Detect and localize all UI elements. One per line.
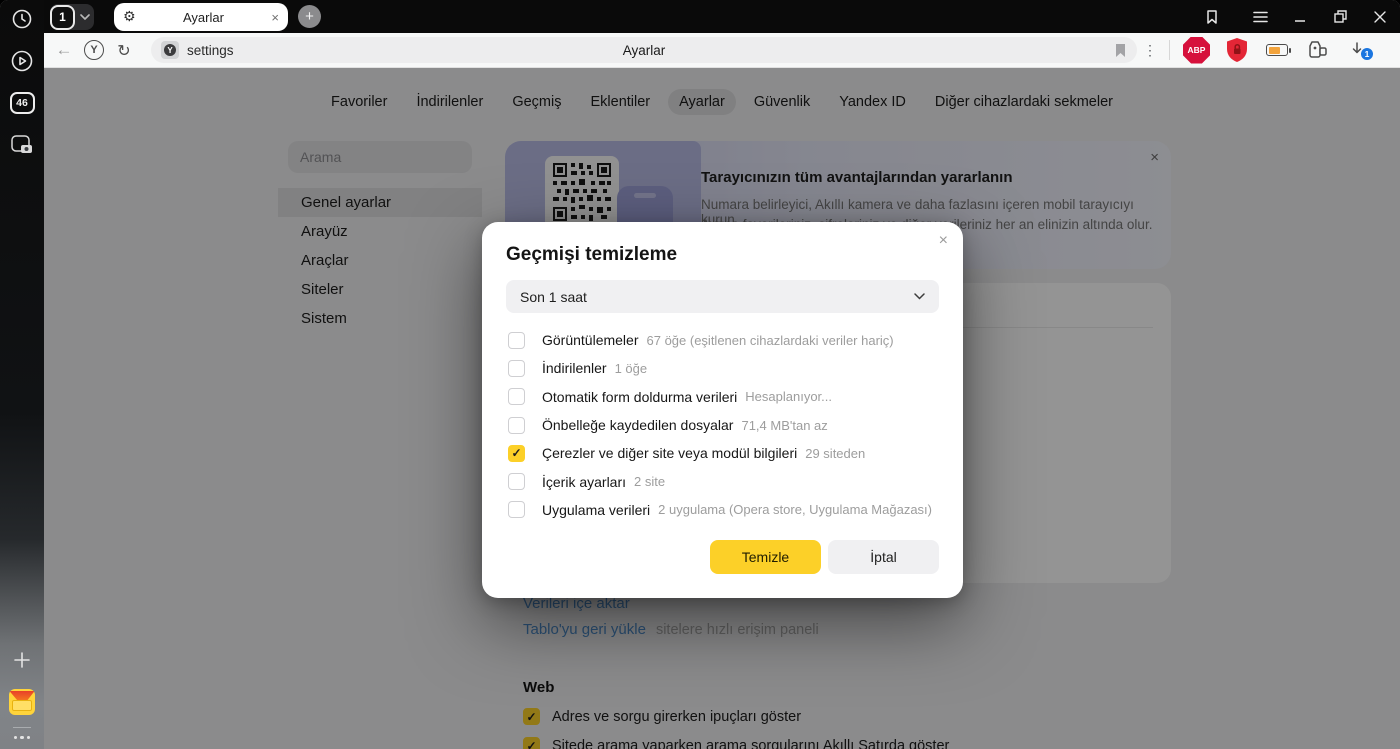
clear-item-label: Otomatik form doldurma verileri [542, 389, 737, 405]
sidebar-more-icon[interactable] [14, 736, 31, 740]
reload-icon[interactable]: ↻ [109, 36, 139, 64]
screenshot-icon[interactable] [8, 131, 36, 159]
tab-counter-badge[interactable]: 46 [8, 89, 36, 117]
time-range-value: Son 1 saat [520, 289, 587, 305]
active-tab[interactable]: ⚙ Ayarlar × [114, 3, 288, 31]
clear-item-label: İçerik ayarları [542, 474, 626, 490]
time-range-select[interactable]: Son 1 saat [506, 280, 939, 313]
bookmark-icon[interactable] [1114, 43, 1127, 58]
checkbox[interactable] [508, 417, 525, 434]
window-close-button[interactable] [1360, 0, 1400, 33]
protect-shield-icon[interactable] [1217, 37, 1257, 63]
menu-hamburger-icon[interactable] [1240, 0, 1280, 33]
clear-item-row: Uygulama verileri 2 uygulama (Opera stor… [508, 496, 939, 524]
clear-items-list: Görüntülemeler 67 öğe (eşitlenen cihazla… [508, 326, 939, 524]
browser-window: 46 1 ⚙ Ayarlar × + [0, 0, 1400, 749]
clear-item-label: Önbelleğe kaydedilen dosyalar [542, 417, 733, 433]
dialog-title: Geçmişi temizleme [506, 244, 677, 266]
clear-item-meta: 29 siteden [805, 446, 865, 461]
clear-history-dialog: × Geçmişi temizleme Son 1 saat Görüntüle… [482, 222, 963, 598]
clear-button[interactable]: Temizle [710, 540, 821, 574]
clear-item-meta: 2 uygulama (Opera store, Uygulama Mağaza… [658, 502, 932, 517]
clear-item-meta: Hesaplanıyor... [745, 389, 832, 404]
checkbox[interactable] [508, 501, 525, 518]
back-icon[interactable]: ← [49, 36, 79, 64]
tab-close-icon[interactable]: × [271, 11, 279, 24]
clear-item-label: Görüntülemeler [542, 332, 639, 348]
address-value: settings [187, 43, 234, 58]
clear-item-row: Çerezler ve diğer site veya modül bilgil… [508, 439, 939, 467]
address-toolbar: ← Y ↻ Y settings Ayarlar ⋮ ABP 1 [44, 33, 1400, 68]
checkbox[interactable] [508, 473, 525, 490]
tab-bar: 1 ⚙ Ayarlar × + [44, 0, 1400, 33]
settings-gear-icon: ⚙ [123, 10, 136, 24]
clear-item-meta: 71,4 MB'tan az [741, 418, 827, 433]
adblock-abp-icon[interactable]: ABP [1183, 37, 1210, 64]
cancel-button[interactable]: İptal [828, 540, 939, 574]
browser-sidebar: 46 [0, 0, 44, 749]
downloads-count-badge: 1 [1360, 47, 1374, 61]
tab-counter-button[interactable]: 1 [50, 4, 94, 30]
clear-item-label: Çerezler ve diğer site veya modül bilgil… [542, 445, 797, 461]
toolbar-divider [1169, 40, 1170, 60]
address-more-icon[interactable]: ⋮ [1137, 42, 1163, 59]
clear-item-row: Otomatik form doldurma verileri Hesaplan… [508, 383, 939, 411]
address-bar[interactable]: Y settings Ayarlar [151, 37, 1137, 63]
tab-title: Ayarlar [136, 10, 272, 25]
clear-item-row: Görüntülemeler 67 öğe (eşitlenen cihazla… [508, 326, 939, 354]
window-minimize-button[interactable] [1280, 0, 1320, 33]
window-restore-button[interactable] [1320, 0, 1360, 33]
new-tab-button[interactable]: + [298, 5, 321, 28]
checkbox[interactable] [508, 360, 525, 377]
yandex-mail-icon[interactable] [8, 688, 36, 716]
clear-item-row: İndirilenler 1 öğe [508, 354, 939, 382]
clear-item-meta: 2 site [634, 474, 665, 489]
clear-item-label: Uygulama verileri [542, 502, 650, 518]
keychain-passwords-icon[interactable] [1297, 40, 1337, 60]
yandex-home-icon[interactable]: Y [79, 36, 109, 64]
address-page-title: Ayarlar [151, 43, 1137, 58]
clear-item-label: İndirilenler [542, 360, 607, 376]
sidebar-divider [13, 727, 31, 728]
checkbox[interactable] [508, 445, 525, 462]
clear-item-row: İçerik ayarları 2 site [508, 467, 939, 495]
checkbox[interactable] [508, 388, 525, 405]
page-favicon: Y [161, 41, 179, 59]
tab-count-label: 46 [10, 92, 35, 114]
chevron-down-icon [80, 14, 90, 20]
clear-item-meta: 1 öğe [615, 361, 648, 376]
tab-counter-value: 1 [50, 5, 75, 30]
chevron-down-icon [914, 293, 925, 300]
clear-item-row: Önbelleğe kaydedilen dosyalar 71,4 MB'ta… [508, 411, 939, 439]
panel-bookmark-icon[interactable] [1192, 0, 1232, 33]
battery-saver-icon[interactable] [1257, 44, 1297, 56]
dialog-close-icon[interactable]: × [939, 232, 948, 250]
add-panel-icon[interactable] [8, 646, 36, 674]
history-clock-icon[interactable] [8, 5, 36, 33]
clear-item-meta: 67 öğe (eşitlenen cihazlardaki veriler h… [647, 333, 894, 348]
checkbox[interactable] [508, 332, 525, 349]
downloads-icon[interactable]: 1 [1337, 42, 1377, 58]
settings-page: Favoriler İndirilenler Geçmiş Eklentiler… [44, 68, 1400, 749]
play-sessions-icon[interactable] [8, 47, 36, 75]
